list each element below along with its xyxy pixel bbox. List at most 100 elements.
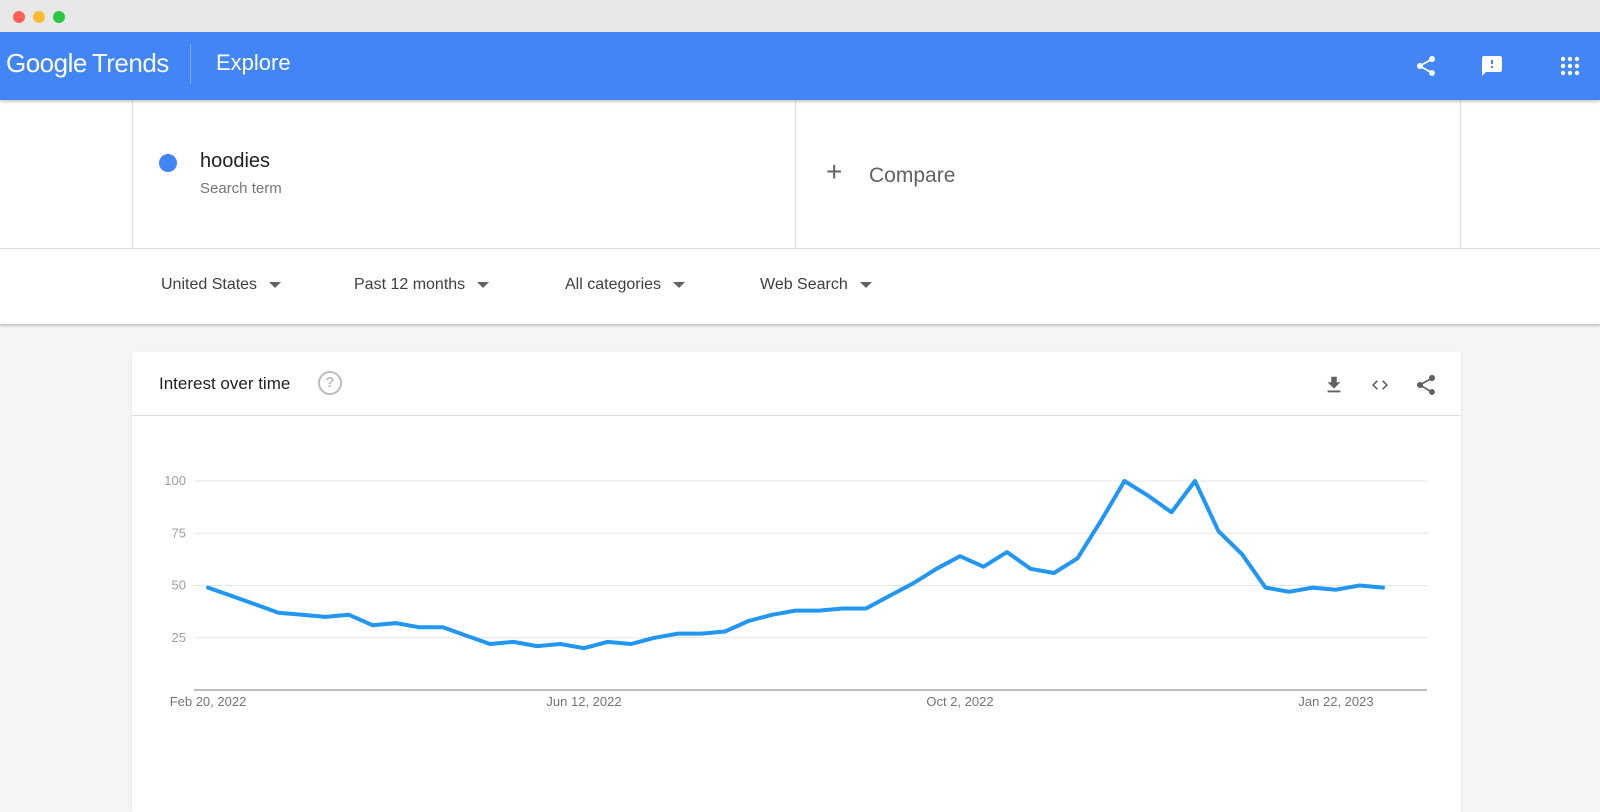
data-point[interactable] [627,640,635,648]
dropdown-caret-icon [269,282,282,288]
data-point[interactable] [1027,565,1035,573]
data-point[interactable] [251,600,259,608]
filter-region-label: United States [161,276,258,293]
logo-trends-text: Trends [91,48,169,78]
data-point[interactable] [298,611,306,619]
apps-button[interactable] [1556,52,1584,80]
data-point[interactable] [956,552,964,560]
data-point[interactable] [674,630,682,638]
data-point[interactable] [486,640,494,648]
data-point[interactable] [533,642,541,650]
app-header: Google Trends Explore [0,32,1600,100]
data-point[interactable] [1097,517,1105,525]
compare-button[interactable]: + Compare [796,100,1461,249]
data-point[interactable] [1050,569,1058,577]
y-tick-label: 50 [172,578,186,593]
data-point[interactable] [1121,477,1129,485]
logo-google-text: Google [6,48,87,78]
data-point[interactable] [1379,584,1387,592]
x-tick-label: Jan 22, 2023 [1298,694,1373,709]
data-point[interactable] [604,638,612,646]
feedback-button[interactable] [1478,52,1506,80]
data-point[interactable] [1332,586,1340,594]
data-point[interactable] [815,607,823,615]
data-point[interactable] [1144,492,1152,500]
compare-label: Compare [869,164,956,187]
data-point[interactable] [933,565,941,573]
share-button[interactable] [1412,52,1440,80]
filter-time-range[interactable]: Past 12 months [354,276,490,294]
data-point[interactable] [463,632,471,640]
search-term-card[interactable]: hoodies Search term [132,100,796,249]
chart-series [204,477,1387,652]
data-point[interactable] [557,640,565,648]
data-point[interactable] [1262,584,1270,592]
data-point[interactable] [721,627,729,635]
filter-search-type-label: Web Search [760,276,848,293]
data-point[interactable] [204,584,212,592]
series-line-hoodies[interactable] [206,479,1385,651]
data-point[interactable] [1285,588,1293,596]
data-point[interactable] [322,613,330,621]
data-point[interactable] [745,617,753,625]
y-tick-label: 25 [172,630,186,645]
interest-line-chart[interactable]: 25 50 75 100 Feb 20, 2022 Jun 12, 2022 Oct 2,… [132,352,1461,812]
data-point[interactable] [862,604,870,612]
data-point[interactable] [980,563,988,571]
x-axis-ticks: Feb 20, 2022 Jun 12, 2022 Oct 2, 2022 Jan 2… [170,694,1374,709]
data-point[interactable] [1168,508,1176,516]
data-point[interactable] [275,609,283,617]
data-point[interactable] [839,604,847,612]
y-tick-label: 100 [164,473,186,488]
data-point[interactable] [1309,584,1317,592]
data-point[interactable] [1074,554,1082,562]
data-point[interactable] [439,623,447,631]
y-axis-ticks: 25 50 75 100 [164,473,186,645]
data-point[interactable] [768,611,776,619]
data-point[interactable] [369,621,377,629]
data-point[interactable] [1215,527,1223,535]
data-point[interactable] [1191,477,1199,485]
search-terms-area: hoodies Search term + Compare [0,100,1600,249]
plus-icon: + [826,156,843,187]
filter-category-label: All categories [565,276,662,293]
data-point[interactable] [580,644,588,652]
google-trends-logo[interactable]: Google Trends [6,48,169,79]
window-minimize-button[interactable] [33,11,45,23]
data-point[interactable] [651,634,659,642]
data-point[interactable] [792,607,800,615]
data-point[interactable] [345,611,353,619]
data-point[interactable] [510,638,518,646]
data-point[interactable] [228,592,236,600]
page-title: Explore [216,50,291,75]
dropdown-caret-icon [673,282,686,288]
header-divider [190,44,191,84]
filter-search-type[interactable]: Web Search [760,276,872,294]
x-tick-label: Oct 2, 2022 [926,694,993,709]
term-color-dot [159,154,177,172]
search-term-type: Search term [200,180,282,197]
search-term-name[interactable]: hoodies [200,150,270,173]
window-close-button[interactable] [13,11,25,23]
filter-bar: United States Past 12 months All categor… [0,249,1600,324]
data-point[interactable] [1003,548,1011,556]
filter-category[interactable]: All categories [565,276,686,294]
data-point[interactable] [909,579,917,587]
window-maximize-button[interactable] [53,11,65,23]
data-point[interactable] [698,630,706,638]
filter-region[interactable]: United States [161,276,282,294]
data-point[interactable] [1238,550,1246,558]
y-tick-label: 75 [172,525,186,540]
dropdown-caret-icon [859,282,872,288]
x-tick-label: Jun 12, 2022 [546,694,621,709]
data-point[interactable] [886,592,894,600]
x-tick-label: Feb 20, 2022 [170,694,247,709]
dropdown-caret-icon [477,282,490,288]
data-point[interactable] [416,623,424,631]
data-point[interactable] [1356,582,1364,590]
share-icon [1417,56,1435,76]
window-titlebar [0,0,1600,32]
feedback-icon [1482,56,1502,76]
apps-grid-icon [1560,56,1580,76]
data-point[interactable] [392,619,400,627]
